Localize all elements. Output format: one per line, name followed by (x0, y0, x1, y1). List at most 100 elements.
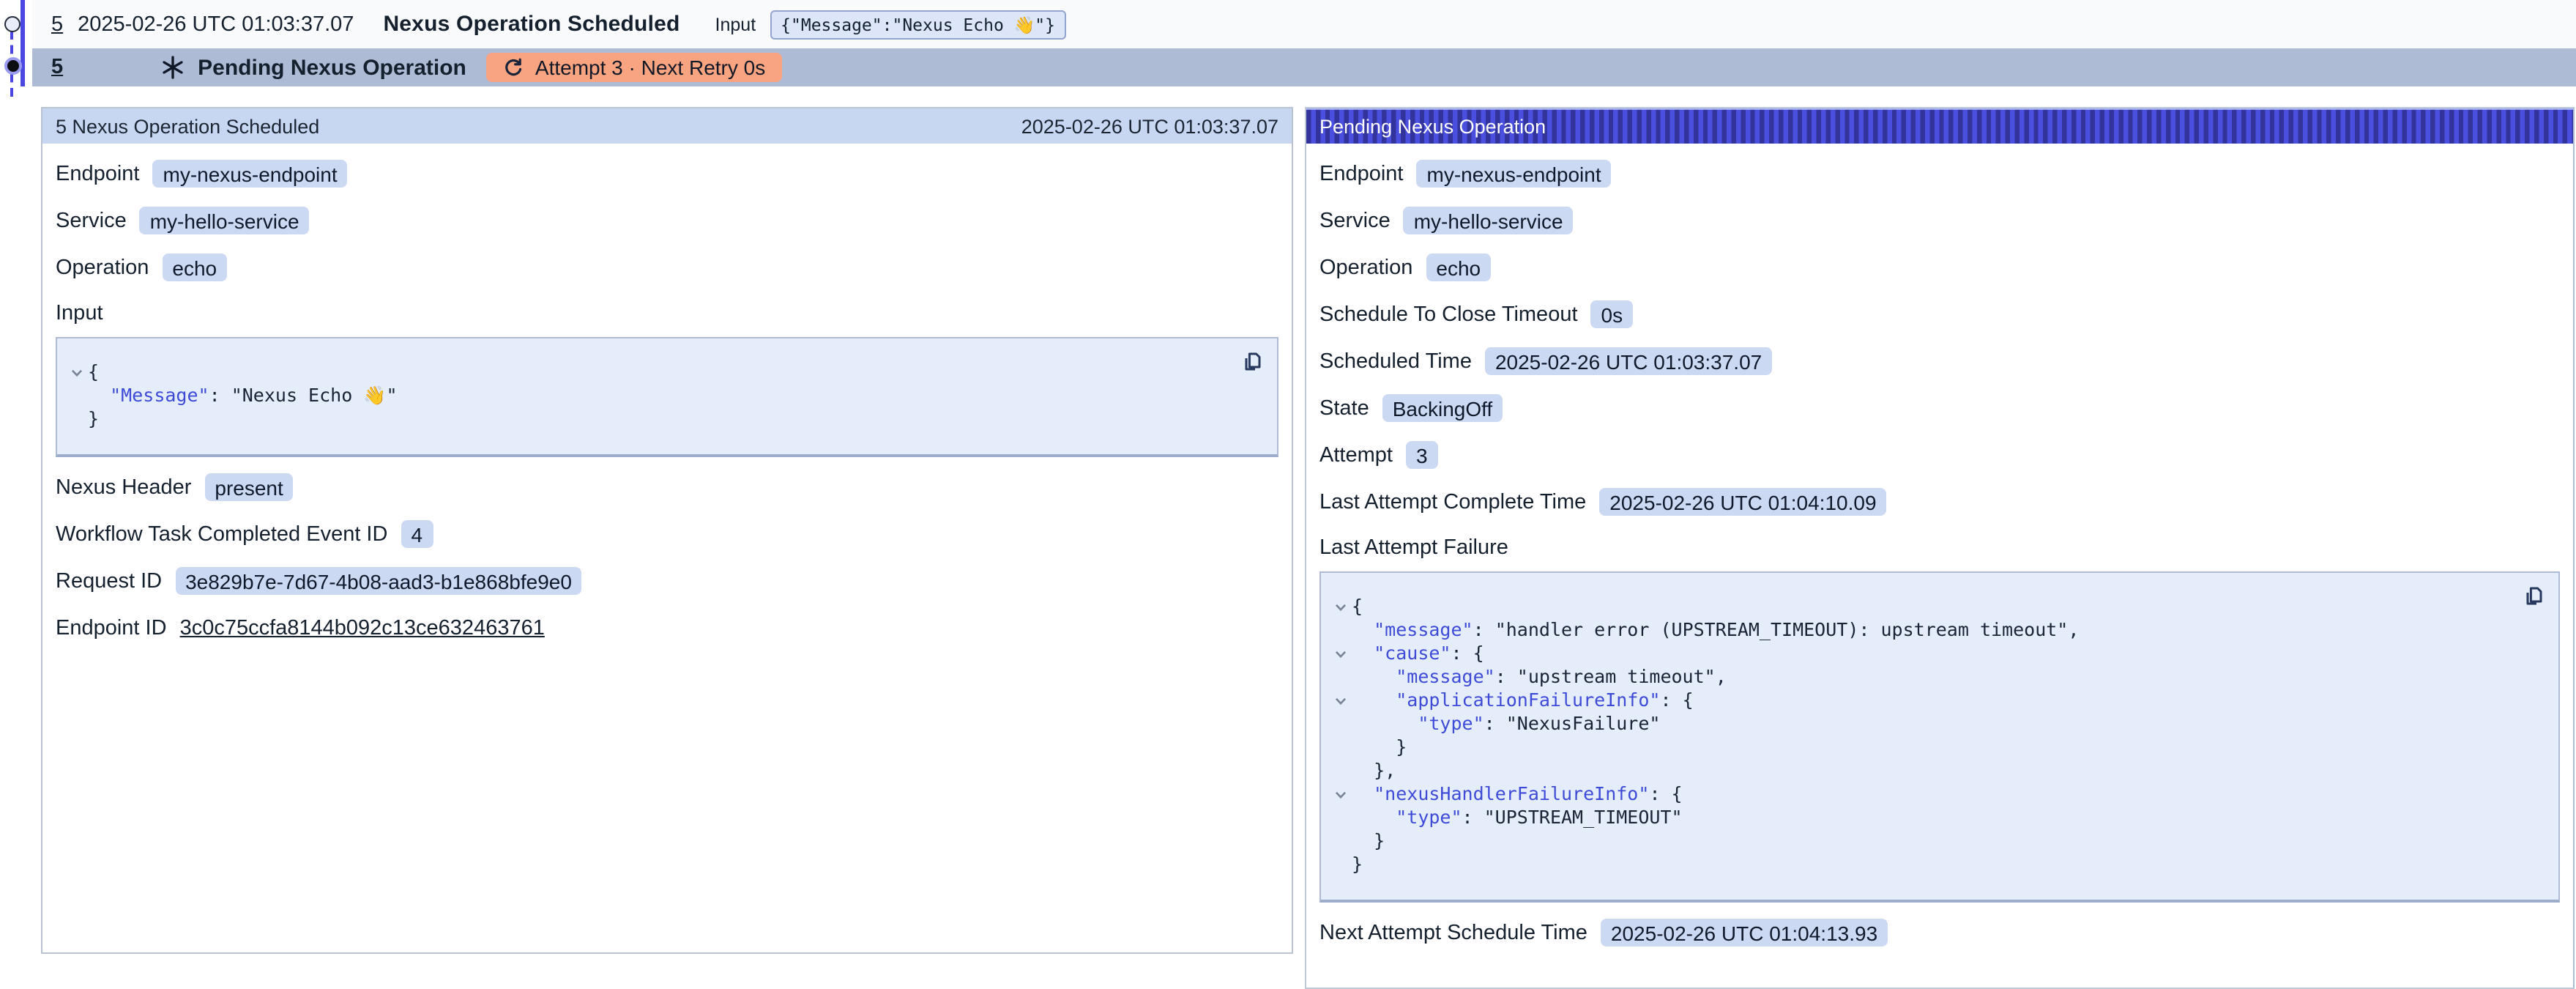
chevron-down-icon[interactable] (66, 360, 88, 384)
field-label: Endpoint (1319, 162, 1404, 185)
code-gutter-spacer (1330, 829, 1352, 853)
field-value-badge: BackingOff (1382, 394, 1503, 422)
field-label: Last Attempt Complete Time (1319, 490, 1586, 514)
code-line: } (1330, 736, 2517, 759)
retry-badge-text: Attempt 3 · Next Retry 0s (535, 56, 765, 79)
copy-icon[interactable] (1240, 350, 1264, 374)
code-text: }, (1352, 759, 1396, 782)
code-text: "message": "upstream timeout", (1352, 665, 1727, 689)
field-label: Endpoint (56, 162, 140, 185)
code-line: "applicationFailureInfo": { (1330, 689, 2517, 712)
field-row: Nexus Header present (56, 472, 1278, 503)
field-row: Request ID3e829b7e-7d67-4b08-aad3-b1e868… (56, 566, 1278, 596)
scheduled-panel-title: 5 Nexus Operation Scheduled (56, 115, 319, 137)
code-line: } (1330, 829, 2517, 853)
code-line: } (66, 407, 1236, 431)
field-label: Operation (1319, 256, 1412, 279)
field-label: Schedule To Close Timeout (1319, 303, 1578, 326)
chevron-down-icon[interactable] (1330, 642, 1352, 665)
input-section-label: Input (56, 302, 1278, 325)
code-text: "Message": "Nexus Echo 👋" (88, 384, 398, 407)
code-line: "cause": { (1330, 642, 2517, 665)
code-line: "nexusHandlerFailureInfo": { (1330, 782, 2517, 806)
code-line: }, (1330, 759, 2517, 782)
code-text: } (1352, 736, 1407, 759)
code-line: "Message": "Nexus Echo 👋" (66, 384, 1236, 407)
field-label: Attempt (1319, 443, 1393, 467)
field-row: Endpoint ID 3c0c75ccfa8144b092c13ce632463… (56, 612, 1278, 643)
field-value-badge: 2025-02-26 UTC 01:03:37.07 (1485, 347, 1772, 375)
field-label: Scheduled Time (1319, 349, 1472, 373)
nexus-event-history-view: 5 2025-02-26 UTC 01:03:37.07 Nexus Opera… (0, 0, 2576, 957)
field-row: StateBackingOff (1319, 393, 2560, 423)
asterisk-icon (160, 54, 186, 81)
code-gutter-spacer (1330, 712, 1352, 736)
scheduled-panel-header: 5 Nexus Operation Scheduled 2025-02-26 U… (42, 108, 1292, 144)
pending-operation-panel: Pending Nexus Operation Endpoint my-nexus… (1305, 107, 2575, 989)
field-value-badge: my-nexus-endpoint (1417, 160, 1612, 188)
event-id-link[interactable]: 5 (51, 12, 63, 36)
field-label: Operation (56, 256, 149, 279)
code-line: { (66, 360, 1236, 384)
event-row-pending[interactable]: 5 Pending Nexus Operation Attempt 3 · Ne… (32, 48, 2576, 86)
event-title: Nexus Operation Scheduled (383, 12, 680, 37)
timeline-track-line (21, 0, 25, 86)
field-row: Operation echo (56, 252, 1278, 283)
field-value-badge: 2025-02-26 UTC 01:04:10.09 (1599, 488, 1886, 516)
right-footer-field: Next Attempt Schedule Time2025-02-26 UTC… (1319, 917, 2560, 948)
pending-panel-header: Pending Nexus Operation (1306, 108, 2573, 144)
field-value-link[interactable]: 3c0c75ccfa8144b092c13ce632463761 (180, 616, 545, 640)
code-line: } (1330, 853, 2517, 876)
code-gutter-spacer (1330, 806, 1352, 829)
field-row: Endpointmy-nexus-endpoint (56, 158, 1278, 189)
failure-section-label: Last Attempt Failure (1319, 536, 2560, 560)
field-row: Servicemy-hello-service (56, 205, 1278, 236)
field-label: Service (1319, 209, 1391, 232)
field-value-badge: 3 (1406, 441, 1438, 469)
code-gutter-spacer (66, 407, 88, 431)
field-label: Nexus Header (56, 475, 191, 499)
field-label: Request ID (56, 569, 162, 593)
field-row: Next Attempt Schedule Time2025-02-26 UTC… (1319, 917, 2560, 948)
input-json-block: { "Message": "Nexus Echo 👋"} (56, 337, 1278, 457)
field-label: Endpoint ID (56, 616, 167, 640)
left-fields-top: Endpointmy-nexus-endpoint Servicemy-hello… (56, 158, 1278, 283)
code-text: "cause": { (1352, 642, 1484, 665)
code-text: } (1352, 829, 1385, 853)
event-timestamp: 2025-02-26 UTC 01:03:37.07 (78, 12, 354, 36)
field-row: Workflow Task Completed Event ID4 (56, 519, 1278, 549)
chevron-down-icon[interactable] (1330, 689, 1352, 712)
code-line: "message": "upstream timeout", (1330, 665, 2517, 689)
code-text: { (1352, 595, 1363, 618)
code-text: "nexusHandlerFailureInfo": { (1352, 782, 1683, 806)
code-line: "type": "NexusFailure" (1330, 712, 2517, 736)
field-row: Service my-hello-service (1319, 205, 2560, 236)
field-row: Endpoint my-nexus-endpoint (1319, 158, 2560, 189)
retry-icon (503, 56, 525, 78)
code-text: } (88, 407, 99, 431)
field-value-badge: 0s (1591, 300, 1634, 328)
code-gutter-spacer (1330, 665, 1352, 689)
code-line: { (1330, 595, 2517, 618)
chevron-down-icon[interactable] (1330, 595, 1352, 618)
failure-json-lines: { "message": "handler error (UPSTREAM_TI… (1330, 595, 2517, 876)
field-value-badge: my-hello-service (1404, 207, 1574, 234)
field-value-badge: echo (162, 253, 227, 281)
code-text: "message": "handler error (UPSTREAM_TIME… (1352, 618, 2079, 642)
pending-event-id-link[interactable]: 5 (51, 56, 63, 79)
code-gutter-spacer (1330, 618, 1352, 642)
event-row-scheduled[interactable]: 5 2025-02-26 UTC 01:03:37.07 Nexus Opera… (32, 0, 2576, 48)
event-input-label: Input (715, 14, 756, 34)
code-line: "message": "handler error (UPSTREAM_TIME… (1330, 618, 2517, 642)
copy-icon[interactable] (2522, 585, 2545, 608)
field-label: Next Attempt Schedule Time (1319, 921, 1587, 944)
pending-event-title: Pending Nexus Operation (198, 55, 466, 80)
chevron-down-icon[interactable] (1330, 782, 1352, 806)
code-text: "type": "UPSTREAM_TIMEOUT" (1352, 806, 1683, 829)
field-value-badge: 4 (401, 520, 433, 548)
field-value-badge: present (204, 473, 293, 501)
field-value-badge: my-hello-service (140, 207, 310, 234)
field-row: Schedule To Close Timeout 0s (1319, 299, 2560, 330)
code-gutter-spacer (1330, 736, 1352, 759)
retry-status-badge: Attempt 3 · Next Retry 0s (487, 53, 781, 82)
